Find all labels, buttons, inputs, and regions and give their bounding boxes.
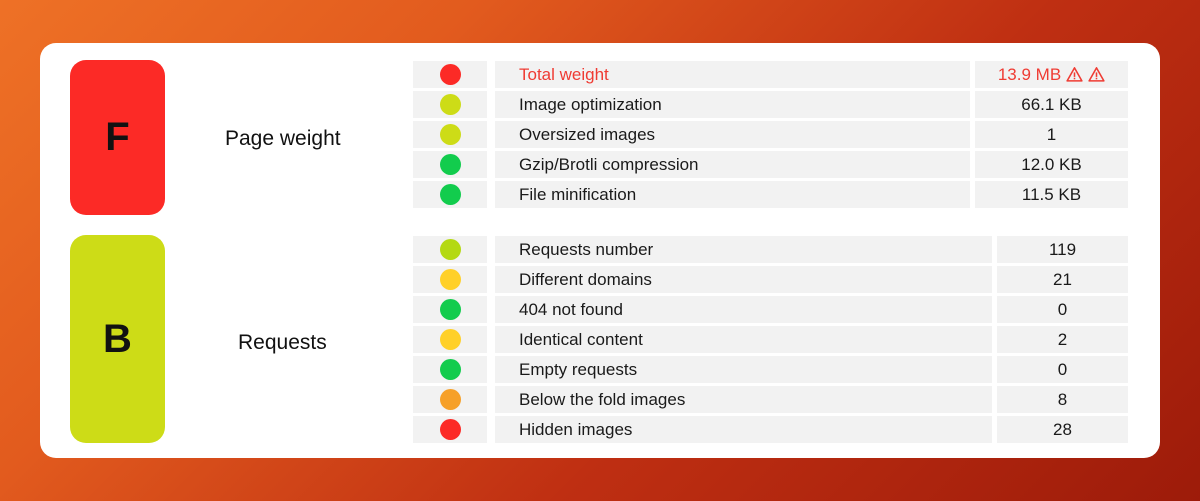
status-indicator-cell [413, 151, 487, 178]
metric-row[interactable]: Oversized images 1 [413, 121, 1128, 148]
status-dot-green-icon [439, 154, 461, 175]
metric-value-cell: 11.5 KB [975, 181, 1128, 208]
metric-value: 8 [1057, 389, 1068, 409]
metric-label: Identical content [495, 326, 992, 353]
metric-label: Empty requests [495, 356, 992, 383]
grade-badge-page-weight: F [70, 60, 165, 215]
metric-row[interactable]: Identical content 2 [413, 326, 1128, 353]
status-indicator-cell [413, 266, 487, 293]
metrics-table-page-weight: Total weight 13.9 MB Image optimization 66.… [413, 61, 1128, 211]
status-dot-yellow-icon [439, 329, 461, 350]
metric-value: 0 [1057, 299, 1068, 319]
metric-row[interactable]: Requests number 119 [413, 236, 1128, 263]
grade-badge-letter: F [105, 115, 130, 159]
metric-value-cell: 21 [997, 266, 1128, 293]
status-indicator-cell [413, 91, 487, 118]
report-card: F Page weight Total weight 13.9 MB Image o… [40, 43, 1160, 458]
metric-label: Below the fold images [495, 386, 992, 413]
status-dot-yellow-green-icon [439, 239, 461, 260]
metric-value-cell: 8 [997, 386, 1128, 413]
metric-label: Hidden images [495, 416, 992, 443]
metric-value: 2 [1057, 329, 1068, 349]
metric-value: 28 [1053, 419, 1072, 439]
metric-row[interactable]: Image optimization 66.1 KB [413, 91, 1128, 118]
status-indicator-cell [413, 416, 487, 443]
section-title-page-weight: Page weight [225, 127, 341, 150]
warning-triangle-icon [1066, 66, 1083, 83]
metric-label: Gzip/Brotli compression [495, 151, 970, 178]
metric-row[interactable]: 404 not found 0 [413, 296, 1128, 323]
status-dot-yellow-icon [439, 269, 461, 290]
metric-value-cell: 12.0 KB [975, 151, 1128, 178]
status-indicator-cell [413, 326, 487, 353]
metric-value-cell: 119 [997, 236, 1128, 263]
metric-value: 12.0 KB [1021, 154, 1082, 174]
status-dot-yellow-green-icon [439, 124, 461, 145]
grade-badge-letter: B [103, 316, 132, 361]
report-stage: F Page weight Total weight 13.9 MB Image o… [0, 0, 1200, 501]
metric-label: Different domains [495, 266, 992, 293]
status-dot-orange-icon [439, 389, 461, 410]
status-dot-yellow-green-icon [439, 94, 461, 115]
metric-value: 21 [1053, 269, 1072, 289]
metric-label: Image optimization [495, 91, 970, 118]
metric-label: Total weight [495, 61, 970, 88]
metrics-table-requests: Requests number 119 Different domains 21 404… [413, 236, 1128, 446]
metric-row[interactable]: Gzip/Brotli compression 12.0 KB [413, 151, 1128, 178]
metric-value: 13.9 MB [997, 64, 1062, 84]
metric-value-cell: 28 [997, 416, 1128, 443]
status-dot-green-icon [439, 359, 461, 380]
status-indicator-cell [413, 61, 487, 88]
metric-row[interactable]: Different domains 21 [413, 266, 1128, 293]
metric-value: 0 [1057, 359, 1068, 379]
status-dot-green-icon [439, 184, 461, 205]
metric-label: Requests number [495, 236, 992, 263]
metric-value-cell: 0 [997, 356, 1128, 383]
metric-label: Oversized images [495, 121, 970, 148]
metric-row[interactable]: File minification 11.5 KB [413, 181, 1128, 208]
metric-value: 11.5 KB [1021, 184, 1082, 204]
metric-value-cell: 2 [997, 326, 1128, 353]
metric-value: 119 [1048, 239, 1077, 259]
metric-value-cell: 1 [975, 121, 1128, 148]
metric-value: 1 [1046, 124, 1057, 144]
status-indicator-cell [413, 296, 487, 323]
grade-badge-requests: B [70, 235, 165, 443]
metric-value-cell: 13.9 MB [975, 61, 1128, 88]
metric-row[interactable]: Below the fold images 8 [413, 386, 1128, 413]
warning-triangle-icon [1088, 66, 1105, 83]
metric-value: 66.1 KB [1021, 94, 1082, 114]
status-indicator-cell [413, 121, 487, 148]
section-title-requests: Requests [238, 331, 327, 354]
status-dot-green-icon [439, 299, 461, 320]
metric-label: 404 not found [495, 296, 992, 323]
status-indicator-cell [413, 236, 487, 263]
metric-row[interactable]: Hidden images 28 [413, 416, 1128, 443]
status-indicator-cell [413, 181, 487, 208]
status-dot-red-icon [439, 64, 461, 85]
metric-label: File minification [495, 181, 970, 208]
metric-row[interactable]: Empty requests 0 [413, 356, 1128, 383]
status-indicator-cell [413, 356, 487, 383]
metric-value-cell: 0 [997, 296, 1128, 323]
status-dot-red-icon [439, 419, 461, 440]
metric-value-cell: 66.1 KB [975, 91, 1128, 118]
metric-row[interactable]: Total weight 13.9 MB [413, 61, 1128, 88]
status-indicator-cell [413, 386, 487, 413]
